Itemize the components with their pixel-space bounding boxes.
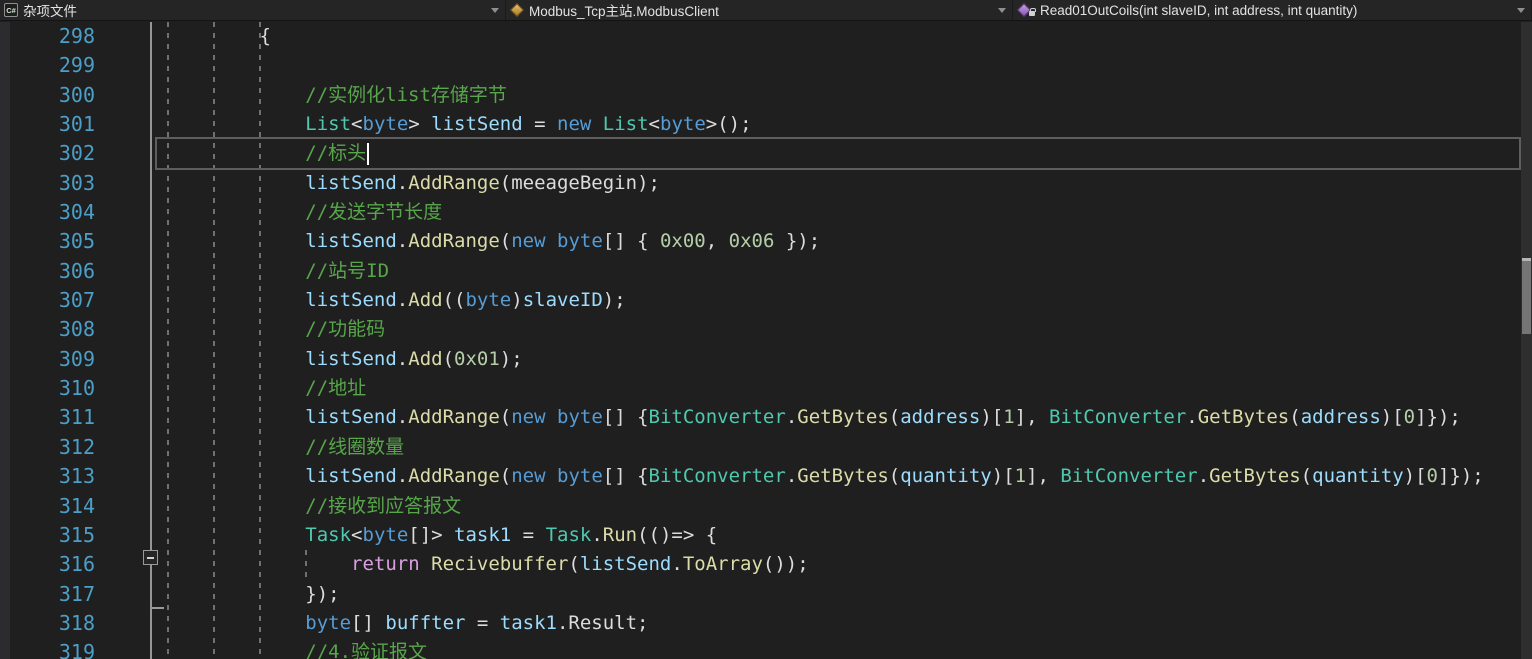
line-number[interactable]: 316 xyxy=(0,550,95,579)
line-number[interactable]: 315 xyxy=(0,521,95,550)
code-line[interactable]: //站号ID xyxy=(168,257,1528,286)
line-number[interactable]: 317 xyxy=(0,580,95,609)
line-number[interactable]: 310 xyxy=(0,374,95,403)
code-line[interactable]: Task<byte[]> task1 = Task.Run(()=> { xyxy=(168,521,1528,550)
code-line[interactable]: //地址 xyxy=(168,374,1528,403)
type-dropdown-label: Modbus_Tcp主站.ModbusClient xyxy=(529,4,719,19)
chevron-down-icon xyxy=(998,8,1006,13)
code-line[interactable]: //线圈数量 xyxy=(168,433,1528,462)
text-cursor xyxy=(367,142,370,165)
line-number[interactable]: 314 xyxy=(0,492,95,521)
code-line[interactable]: List<byte> listSend = new List<byte>(); xyxy=(168,110,1528,139)
line-number[interactable]: 308 xyxy=(0,315,95,344)
code-line[interactable]: { xyxy=(168,22,1528,51)
code-line[interactable]: listSend.AddRange(new byte[] {BitConvert… xyxy=(168,403,1528,432)
code-line[interactable]: listSend.Add((byte)slaveID); xyxy=(168,286,1528,315)
line-number[interactable]: 307 xyxy=(0,286,95,315)
vs-editor-window: C# 杂项文件 Modbus_Tcp主站.ModbusClient Read01… xyxy=(0,0,1532,659)
line-number[interactable]: 306 xyxy=(0,257,95,286)
code-line[interactable]: listSend.AddRange(new byte[] {BitConvert… xyxy=(168,462,1528,491)
code-line[interactable]: //标头 xyxy=(168,139,1528,168)
line-number[interactable]: 300 xyxy=(0,81,95,110)
line-number[interactable]: 299 xyxy=(0,51,95,80)
member-dropdown-label: Read01OutCoils(int slaveID, int address,… xyxy=(1040,2,1358,18)
vertical-scrollbar[interactable] xyxy=(1521,22,1532,659)
code-line[interactable]: //实例化list存储字节 xyxy=(168,81,1528,110)
code-line[interactable]: //接收到应答报文 xyxy=(168,492,1528,521)
line-number[interactable]: 309 xyxy=(0,345,95,374)
line-number[interactable]: 311 xyxy=(0,403,95,432)
code-line[interactable]: listSend.AddRange(meeageBegin); xyxy=(168,169,1528,198)
chevron-down-icon xyxy=(1517,8,1525,13)
project-dropdown[interactable]: C# 杂项文件 xyxy=(0,0,506,20)
code-line[interactable]: //功能码 xyxy=(168,315,1528,344)
code-line[interactable]: byte[] buffter = task1.Result; xyxy=(168,609,1528,638)
project-dropdown-label: 杂项文件 xyxy=(23,4,77,19)
code-editor[interactable]: 298 299 300 301 302 303 304 305 306 307 308 309 310 3… xyxy=(0,22,1532,659)
line-number[interactable]: 304 xyxy=(0,198,95,227)
line-number[interactable]: 301 xyxy=(0,110,95,139)
lock-icon xyxy=(1027,3,1036,17)
fold-end-marker xyxy=(151,607,164,609)
navigation-bar: C# 杂项文件 Modbus_Tcp主站.ModbusClient Read01… xyxy=(0,0,1532,21)
member-dropdown[interactable]: Read01OutCoils(int slaveID, int address,… xyxy=(1013,0,1532,20)
code-line[interactable] xyxy=(168,51,1528,80)
line-number[interactable]: 302 xyxy=(0,139,95,168)
code-line[interactable]: return Recivebuffer(listSend.ToArray()); xyxy=(168,550,1528,579)
line-number[interactable]: 318 xyxy=(0,609,95,638)
line-number[interactable]: 312 xyxy=(0,433,95,462)
code-line[interactable]: //4.验证报文 xyxy=(168,638,1528,659)
type-dropdown[interactable]: Modbus_Tcp主站.ModbusClient xyxy=(506,0,1013,20)
line-number[interactable]: 313 xyxy=(0,462,95,491)
code-line[interactable]: listSend.Add(0x01); xyxy=(168,345,1528,374)
code-area[interactable]: { //实例化list存储字节 List<byte> listSend = ne… xyxy=(168,22,1528,659)
line-number[interactable]: 319 xyxy=(0,638,95,659)
line-number[interactable]: 298 xyxy=(0,22,95,51)
fold-collapse-button[interactable] xyxy=(143,550,158,565)
code-line[interactable]: }); xyxy=(168,580,1528,609)
chevron-down-icon xyxy=(491,8,499,13)
class-icon xyxy=(509,2,525,18)
line-number[interactable]: 303 xyxy=(0,169,95,198)
line-number-gutter[interactable]: 298 299 300 301 302 303 304 305 306 307 308 309 310 3… xyxy=(0,22,95,659)
line-number[interactable]: 305 xyxy=(0,227,95,256)
code-line[interactable]: listSend.AddRange(new byte[] { 0x00, 0x0… xyxy=(168,227,1528,256)
scrollbar-thumb[interactable] xyxy=(1522,258,1531,334)
code-line[interactable]: //发送字节长度 xyxy=(168,198,1528,227)
csharp-file-icon: C# xyxy=(4,3,18,17)
